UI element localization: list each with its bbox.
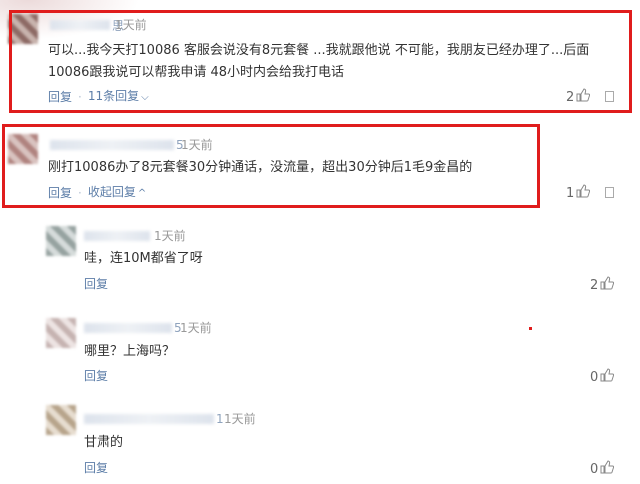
- thumbs-up-icon: [600, 368, 615, 387]
- like-count: 0: [590, 369, 599, 385]
- avatar[interactable]: [46, 226, 76, 256]
- highlight-box-1: [9, 10, 632, 113]
- like-count: 2: [590, 277, 599, 293]
- comment-time: 1天前: [154, 229, 186, 243]
- comment-text: 哪里？上海吗？: [84, 344, 176, 359]
- thumbs-up-icon: [576, 184, 591, 203]
- reply-button[interactable]: 回复: [84, 276, 108, 292]
- comment-time: 1天前: [180, 321, 212, 335]
- like-button[interactable]: 2: [590, 276, 615, 295]
- report-icon[interactable]: [605, 187, 614, 198]
- like-count: 0: [590, 461, 599, 477]
- avatar[interactable]: [46, 405, 76, 435]
- highlight-box-2: [2, 124, 540, 208]
- like-button[interactable]: 1: [566, 184, 591, 203]
- comment-actions: 回复: [84, 276, 108, 292]
- reply-button[interactable]: 回复: [84, 368, 108, 384]
- comment-text: 哇，连10M都省了呀: [84, 251, 203, 266]
- like-count: 1: [566, 185, 575, 201]
- thumbs-up-icon: [600, 460, 615, 479]
- username[interactable]: 1: [84, 411, 224, 427]
- comment-actions: 回复: [84, 368, 108, 384]
- like-button[interactable]: 0: [590, 368, 615, 387]
- reply-button[interactable]: 回复: [84, 460, 108, 476]
- comment-actions: 回复: [84, 460, 108, 476]
- comment-text: 甘肃的: [84, 435, 124, 450]
- marker-dot: [529, 327, 532, 330]
- avatar[interactable]: [46, 318, 76, 348]
- like-button[interactable]: 0: [590, 460, 615, 479]
- comment-time: 1天前: [224, 412, 256, 426]
- username[interactable]: 5: [84, 320, 182, 336]
- username[interactable]: [84, 228, 152, 244]
- thumbs-up-icon: [600, 276, 615, 295]
